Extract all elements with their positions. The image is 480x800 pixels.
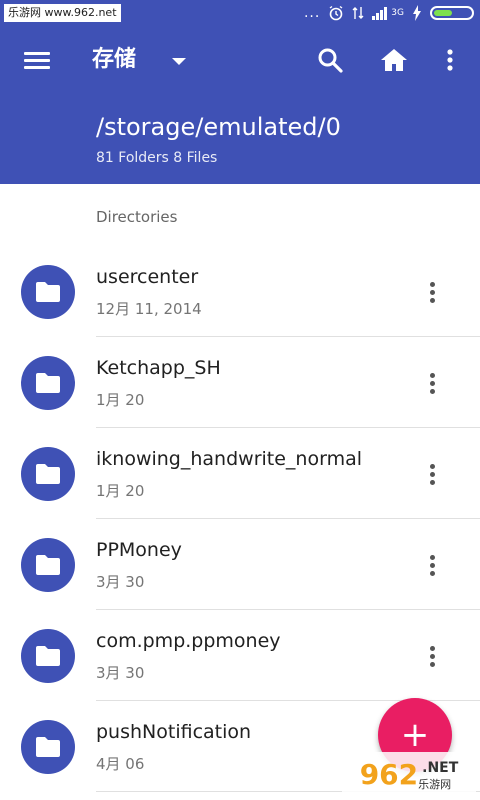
dots-icon: ...: [303, 5, 321, 21]
list-item[interactable]: Ketchapp_SH 1月 20: [0, 337, 480, 428]
item-counts: 81 Folders 8 Files: [96, 150, 218, 166]
alarm-icon: [328, 4, 344, 22]
folder-icon: [21, 538, 75, 592]
folder-date: 1月 20: [96, 482, 145, 500]
brand-number: 962: [359, 757, 419, 791]
home-icon[interactable]: [378, 44, 410, 76]
brand-text: .NET 乐游网: [418, 757, 458, 792]
list-item[interactable]: iknowing_handwrite_normal 1月 20: [0, 428, 480, 519]
folder-name: Ketchapp_SH: [96, 357, 221, 379]
folder-icon: [21, 447, 75, 501]
chevron-down-icon[interactable]: [172, 58, 186, 65]
watermark-label: 乐游网 www.962.net: [4, 4, 121, 22]
folder-name: pushNotification: [96, 721, 252, 743]
folder-date: 3月 30: [96, 573, 145, 591]
brand-cn: 乐游网: [418, 777, 452, 791]
folder-date: 1月 20: [96, 391, 145, 409]
brand-suffix: .NET: [422, 759, 459, 776]
list-item[interactable]: usercenter 12月 11, 2014: [0, 246, 480, 337]
search-icon[interactable]: [314, 44, 346, 76]
folder-icon: [21, 265, 75, 319]
list-item[interactable]: PPMoney 3月 30: [0, 519, 480, 610]
list-item[interactable]: com.pmp.ppmoney 3月 30: [0, 610, 480, 701]
more-vert-icon[interactable]: [418, 456, 446, 492]
signal-icon: 3G: [372, 4, 404, 22]
more-vert-icon[interactable]: [418, 638, 446, 674]
current-path: /storage/emulated/0: [96, 113, 341, 141]
more-vert-icon[interactable]: [418, 274, 446, 310]
more-vert-icon[interactable]: [418, 547, 446, 583]
battery-icon: [430, 6, 474, 20]
folder-icon: [21, 629, 75, 683]
folder-icon: [21, 356, 75, 410]
folder-icon: [21, 720, 75, 774]
folder-name: com.pmp.ppmoney: [96, 630, 281, 652]
folder-date: 12月 11, 2014: [96, 300, 202, 318]
more-vert-icon[interactable]: [418, 365, 446, 401]
folder-name: usercenter: [96, 266, 199, 288]
folder-name: iknowing_handwrite_normal: [96, 448, 362, 470]
folder-name: PPMoney: [96, 539, 182, 561]
charging-icon: [412, 4, 422, 22]
plus-icon: +: [400, 715, 430, 755]
folder-date: 3月 30: [96, 664, 145, 682]
brand-logo: 962 .NET 乐游网: [342, 752, 476, 796]
status-bar: 乐游网 www.962.net ... 3G: [0, 0, 480, 26]
more-vert-icon[interactable]: [434, 44, 466, 76]
section-header-directories: Directories: [96, 208, 178, 226]
network-type-label: 3G: [391, 8, 404, 18]
page-title[interactable]: 存储: [92, 44, 136, 76]
status-icons: ... 3G: [304, 3, 474, 23]
app-bar: 存储 /storage/emulated/0 81 Folders 8 File…: [0, 26, 480, 184]
folder-date: 4月 06: [96, 755, 145, 773]
data-transfer-icon: [352, 4, 364, 22]
menu-icon[interactable]: [22, 46, 52, 76]
